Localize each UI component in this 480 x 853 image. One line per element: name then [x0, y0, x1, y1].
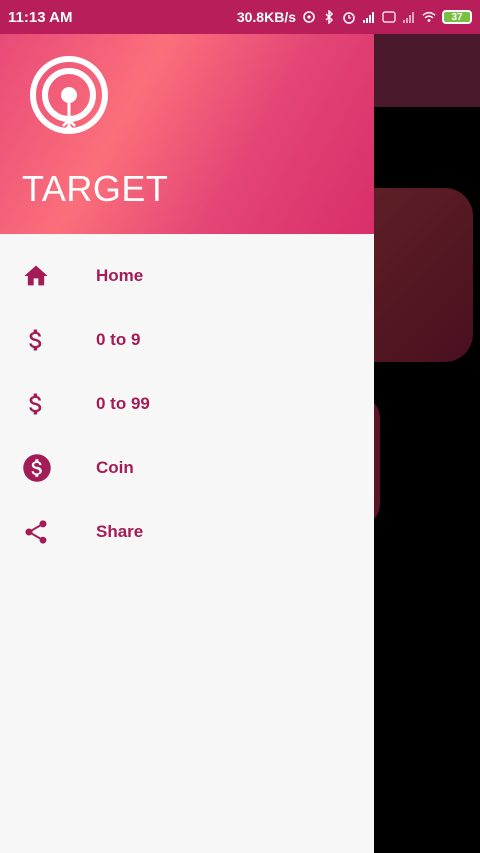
dollar-icon [0, 326, 96, 354]
net-speed: 30.8KB/s [236, 9, 296, 25]
menu-item-coin[interactable]: Coin [0, 436, 374, 500]
menu-item-label: Share [96, 522, 144, 541]
battery-icon: 37 [442, 10, 472, 24]
menu-item-0-to-99[interactable]: 0 to 99 [0, 372, 374, 436]
drawer-header: TARGET [0, 34, 374, 234]
coin-icon [0, 453, 96, 483]
status-time: 11:13 AM [8, 8, 73, 26]
alarm-icon [343, 12, 355, 24]
menu-item-label: Home [96, 266, 144, 285]
wifi-icon [422, 11, 436, 22]
dollar-icon [0, 390, 96, 418]
target-logo-icon [30, 56, 108, 134]
menu-item-0-to-9[interactable]: 0 to 9 [0, 308, 374, 372]
hotspot-icon [303, 11, 315, 23]
volte-icon [382, 11, 396, 23]
menu-item-home[interactable]: Home [0, 244, 374, 308]
home-icon [0, 262, 96, 290]
menu-item-label: Coin [96, 458, 134, 477]
status-icons: 30.8KB/s 37 [237, 9, 472, 25]
navigation-drawer: TARGET Home 0 to 9 0 to 99 Coin Share [0, 34, 374, 853]
share-icon [0, 518, 96, 546]
menu-item-label: 0 to 99 [96, 394, 150, 413]
drawer-title: TARGET [22, 168, 169, 209]
signal-icon [363, 12, 374, 23]
status-bar: 11:13 AM 30.8KB/s 37 [0, 0, 480, 34]
menu-item-share[interactable]: Share [0, 500, 374, 564]
signal2-icon [403, 12, 414, 23]
menu-item-label: 0 to 9 [96, 330, 141, 349]
bluetooth-icon [325, 10, 334, 24]
drawer-menu: Home 0 to 9 0 to 99 Coin Share [0, 234, 374, 564]
